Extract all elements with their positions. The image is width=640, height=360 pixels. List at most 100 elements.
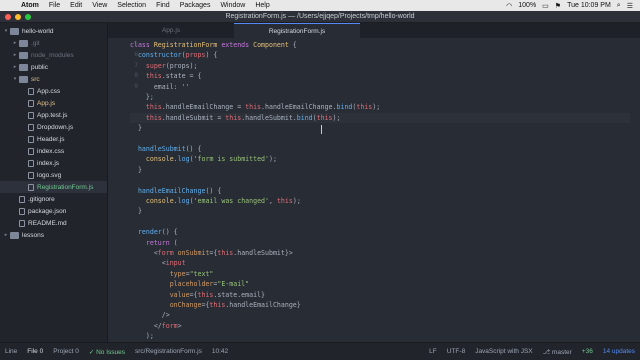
code-line[interactable]: }; [130, 92, 630, 102]
code-line[interactable]: } [130, 123, 630, 133]
project-tree: ▾ hello-world ▸ .git ▸ node_modules ▸ public ▾ sr… [0, 23, 108, 342]
menu-packages[interactable]: Packages [175, 2, 216, 9]
code-token: ); [332, 113, 341, 122]
menu-find[interactable]: Find [151, 2, 175, 9]
menu-file[interactable]: File [44, 2, 65, 9]
code-token: value [130, 290, 190, 299]
code-line[interactable]: render() { [130, 227, 630, 237]
tree-item-label: App.css [37, 87, 61, 95]
status-item[interactable]: 10:42 [207, 348, 233, 355]
tree-file[interactable]: logo.svg [0, 169, 107, 181]
tree-file[interactable]: .gitignore [0, 193, 107, 205]
code-line[interactable]: <form onSubmit={this.handleSubmit}> [130, 248, 630, 258]
tree-item-label: package.json [28, 207, 67, 215]
menu-list-icon[interactable]: ☰ [624, 2, 636, 10]
code-line[interactable]: /> [130, 310, 630, 320]
status-item[interactable]: JavaScript with JSX [470, 348, 537, 355]
tree-file[interactable]: App.css [0, 85, 107, 97]
tree-file[interactable]: Dropdown.js [0, 121, 107, 133]
code-line[interactable] [130, 134, 630, 144]
status-item[interactable]: src/RegistrationForm.js [130, 348, 207, 355]
search-icon[interactable]: ⌕ [614, 2, 624, 10]
tree-file[interactable]: index.js [0, 157, 107, 169]
code-line[interactable]: console.log('email was changed', this); [130, 196, 630, 206]
status-item[interactable]: UTF-8 [442, 348, 470, 355]
menu-selection[interactable]: Selection [112, 2, 151, 9]
tree-file[interactable]: package.json [0, 205, 107, 217]
code-line[interactable]: onChange={this.handleEmailChange} [130, 300, 630, 310]
battery-percent[interactable]: 100% [515, 2, 539, 9]
status-item[interactable]: +36 [577, 348, 598, 355]
code-line[interactable]: email: '' [130, 82, 630, 92]
menu-app-name[interactable]: Atom [16, 2, 44, 9]
tree-folder[interactable]: ▾ hello-world [0, 25, 107, 37]
code-line[interactable]: } [130, 165, 630, 175]
chevron-down-icon: ▾ [13, 76, 17, 82]
tab-registrationform[interactable]: RegistrationForm.js [234, 23, 360, 38]
tree-file[interactable]: README.md [0, 217, 107, 229]
clock[interactable]: Tue 10:09 PM [564, 2, 614, 9]
status-item[interactable]: 14 updates [598, 348, 640, 355]
wifi-icon[interactable]: ◠ [503, 2, 515, 10]
menu-view[interactable]: View [87, 2, 112, 9]
status-item[interactable]: Project 0 [48, 348, 84, 355]
file-icon [19, 207, 25, 215]
code-line[interactable]: placeholder="E-mail" [130, 279, 630, 289]
code-line[interactable]: constructor(props) { [130, 50, 630, 60]
folder-icon [19, 63, 28, 71]
code-token: email: [130, 82, 182, 91]
code-line[interactable]: this.handleSubmit = this.handleSubmit.bi… [130, 112, 630, 124]
menu-edit[interactable]: Edit [65, 2, 87, 9]
status-item[interactable]: File 0 [22, 348, 48, 355]
code-line[interactable]: </form> [130, 321, 630, 331]
code-line[interactable]: return ( [130, 238, 630, 248]
menu-help[interactable]: Help [250, 2, 274, 9]
code-line[interactable]: type="text" [130, 269, 630, 279]
tree-file[interactable]: App.test.js [0, 109, 107, 121]
status-right: LF UTF-8 JavaScript with JSX ⎇ master +36 14 … [424, 348, 640, 356]
code-line[interactable]: } [130, 206, 630, 216]
status-item[interactable]: ⎇ master [538, 348, 577, 356]
tree-file[interactable]: RegistrationForm.js [0, 181, 107, 193]
code-token: render [130, 228, 162, 237]
status-item[interactable]: Line [0, 348, 22, 355]
menu-items: File Edit View Selection Find Packages Window H… [44, 2, 275, 9]
tab-bar: App.js RegistrationForm.js [108, 23, 640, 38]
code-line[interactable]: handleEmailChange() { [130, 186, 630, 196]
tree-folder[interactable]: ▸ public [0, 61, 107, 73]
tree-folder[interactable]: ▸ node_modules [0, 49, 107, 61]
code-line[interactable] [130, 217, 630, 227]
code-line[interactable]: super(props); [130, 61, 630, 71]
tab-app[interactable]: App.js [108, 23, 234, 38]
code-line[interactable]: value={this.state.email} [130, 290, 630, 300]
code-line[interactable]: this.handleEmailChange = this.handleEmai… [130, 102, 630, 112]
code-line[interactable]: <input [130, 258, 630, 268]
battery-icon[interactable]: ▭ [539, 2, 552, 10]
code-line[interactable]: handleSubmit() { [130, 144, 630, 154]
code-token: } [130, 165, 142, 174]
code-line[interactable]: this.state = { [130, 71, 630, 81]
flag-icon[interactable]: ⚑ [552, 2, 564, 10]
tree-item-label: index.css [37, 147, 65, 155]
file-icon [28, 87, 34, 95]
code-line[interactable]: console.log('form is submitted'); [130, 154, 630, 164]
tree-folder[interactable]: ▸ .git [0, 37, 107, 49]
tree-file[interactable]: index.css [0, 145, 107, 157]
code-line[interactable]: ); [130, 331, 630, 341]
code-line[interactable] [130, 175, 630, 185]
tree-folder[interactable]: ▾ src [0, 73, 107, 85]
code-line[interactable]: class RegistrationForm extends Component… [130, 40, 630, 50]
tree-file[interactable]: Header.js [0, 133, 107, 145]
code-editor[interactable]: 5 class RegistrationForm extends Componen… [108, 38, 640, 342]
code-token: this [276, 197, 293, 205]
status-item[interactable]: LF [424, 348, 442, 355]
status-item[interactable]: ✓ No Issues [84, 348, 130, 356]
file-icon [28, 111, 34, 119]
code-token: { [288, 41, 297, 49]
tree-file[interactable]: App.js [0, 97, 107, 109]
file-icon [28, 135, 34, 143]
code-token: log [177, 155, 190, 164]
tree-item-label: lessons [22, 231, 45, 239]
menu-window[interactable]: Window [215, 2, 250, 9]
tree-folder[interactable]: ▸ lessons [0, 229, 107, 241]
